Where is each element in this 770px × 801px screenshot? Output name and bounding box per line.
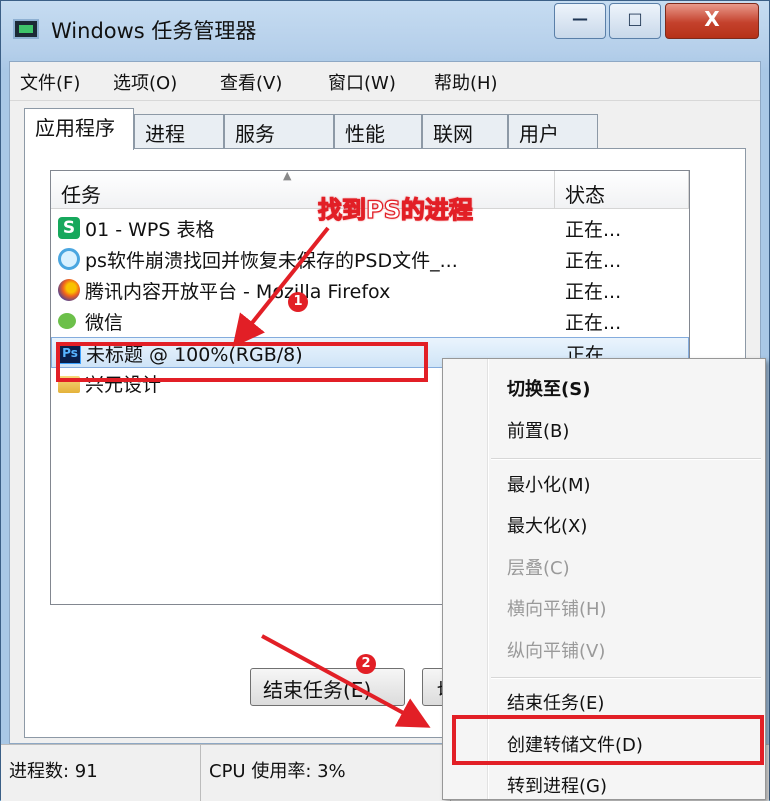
menu-view[interactable]: 查看(V) bbox=[220, 69, 282, 95]
menu-item-cascade: 层叠(C) bbox=[507, 558, 570, 579]
column-header-task-label: 任务 bbox=[61, 183, 101, 207]
task-name: 腾讯内容开放平台 - Mozilla Firefox bbox=[85, 281, 391, 303]
menu-item-tile-horizontal: 横向平铺(H) bbox=[507, 599, 607, 620]
menu-separator bbox=[491, 458, 761, 460]
minimize-button[interactable]: — bbox=[554, 3, 606, 39]
task-status: 正在... bbox=[565, 312, 622, 334]
window-title: Windows 任务管理器 bbox=[51, 19, 257, 43]
wechat-icon bbox=[58, 313, 76, 329]
menu-bar: 文件(F) 选项(O) 查看(V) 窗口(W) 帮助(H) bbox=[10, 62, 760, 101]
tab-performance[interactable]: 性能 bbox=[334, 114, 422, 148]
close-icon: X bbox=[704, 7, 720, 31]
menu-item-tile-vertical: 纵向平铺(V) bbox=[507, 641, 606, 662]
menu-separator bbox=[491, 677, 761, 679]
task-row[interactable]: 腾讯内容开放平台 - Mozilla Firefox 正在... bbox=[51, 275, 689, 306]
step-1-badge: 1 bbox=[288, 292, 308, 312]
task-manager-app-icon bbox=[13, 19, 39, 39]
ie-browser-icon bbox=[58, 248, 80, 270]
task-name: 微信 bbox=[85, 312, 124, 334]
task-status: 正在... bbox=[565, 281, 622, 303]
minimize-icon: — bbox=[572, 9, 588, 28]
menu-item-minimize[interactable]: 最小化(M) bbox=[507, 471, 591, 497]
task-name: ps软件崩溃找回并恢复未保存的PSD文件_... bbox=[85, 250, 458, 272]
menu-item-bring-to-front[interactable]: 前置(B) bbox=[507, 417, 569, 443]
close-button[interactable]: X bbox=[665, 3, 759, 39]
wps-spreadsheet-icon: S bbox=[58, 217, 80, 239]
tab-applications[interactable]: 应用程序 bbox=[24, 108, 134, 150]
tab-users[interactable]: 用户 bbox=[508, 114, 598, 148]
maximize-icon: □ bbox=[627, 9, 643, 28]
column-header-status[interactable]: 状态 bbox=[555, 171, 689, 209]
end-task-button[interactable]: 结束任务(E) bbox=[250, 668, 405, 706]
cpu-usage: CPU 使用率: 3% bbox=[201, 745, 451, 801]
process-count: 进程数: 91 bbox=[1, 745, 201, 801]
menu-options[interactable]: 选项(O) bbox=[113, 69, 177, 95]
tab-processes[interactable]: 进程 bbox=[134, 114, 224, 148]
task-status: 正在... bbox=[565, 250, 622, 272]
tab-services[interactable]: 服务 bbox=[224, 114, 334, 148]
tab-networking[interactable]: 联网 bbox=[422, 114, 508, 148]
menu-file[interactable]: 文件(F) bbox=[20, 69, 80, 95]
menu-window[interactable]: 窗口(W) bbox=[328, 69, 396, 95]
column-header-task[interactable]: 任务 ▲ bbox=[51, 171, 555, 209]
task-status: 正在... bbox=[565, 219, 622, 241]
task-name: 01 - WPS 表格 bbox=[85, 219, 215, 241]
title-bar[interactable]: Windows 任务管理器 — □ X bbox=[1, 1, 769, 61]
menu-item-switch-to[interactable]: 切换至(S) bbox=[507, 375, 590, 401]
menu-help[interactable]: 帮助(H) bbox=[434, 69, 498, 95]
menu-item-maximize[interactable]: 最大化(X) bbox=[507, 512, 587, 538]
highlight-box-create-dump bbox=[452, 715, 764, 765]
menu-item-end-task[interactable]: 结束任务(E) bbox=[507, 689, 604, 715]
maximize-button[interactable]: □ bbox=[609, 3, 661, 39]
highlight-box-ps-task bbox=[56, 342, 428, 382]
task-row[interactable]: 微信 正在... bbox=[51, 306, 689, 337]
callout-text: 找到PS的进程 bbox=[317, 195, 473, 224]
menu-item-go-to-process[interactable]: 转到进程(G) bbox=[507, 772, 607, 798]
step-2-badge: 2 bbox=[356, 654, 376, 674]
sort-ascending-icon: ▲ bbox=[283, 170, 292, 182]
firefox-icon bbox=[58, 279, 80, 301]
task-row[interactable]: ps软件崩溃找回并恢复未保存的PSD文件_... 正在... bbox=[51, 244, 689, 275]
